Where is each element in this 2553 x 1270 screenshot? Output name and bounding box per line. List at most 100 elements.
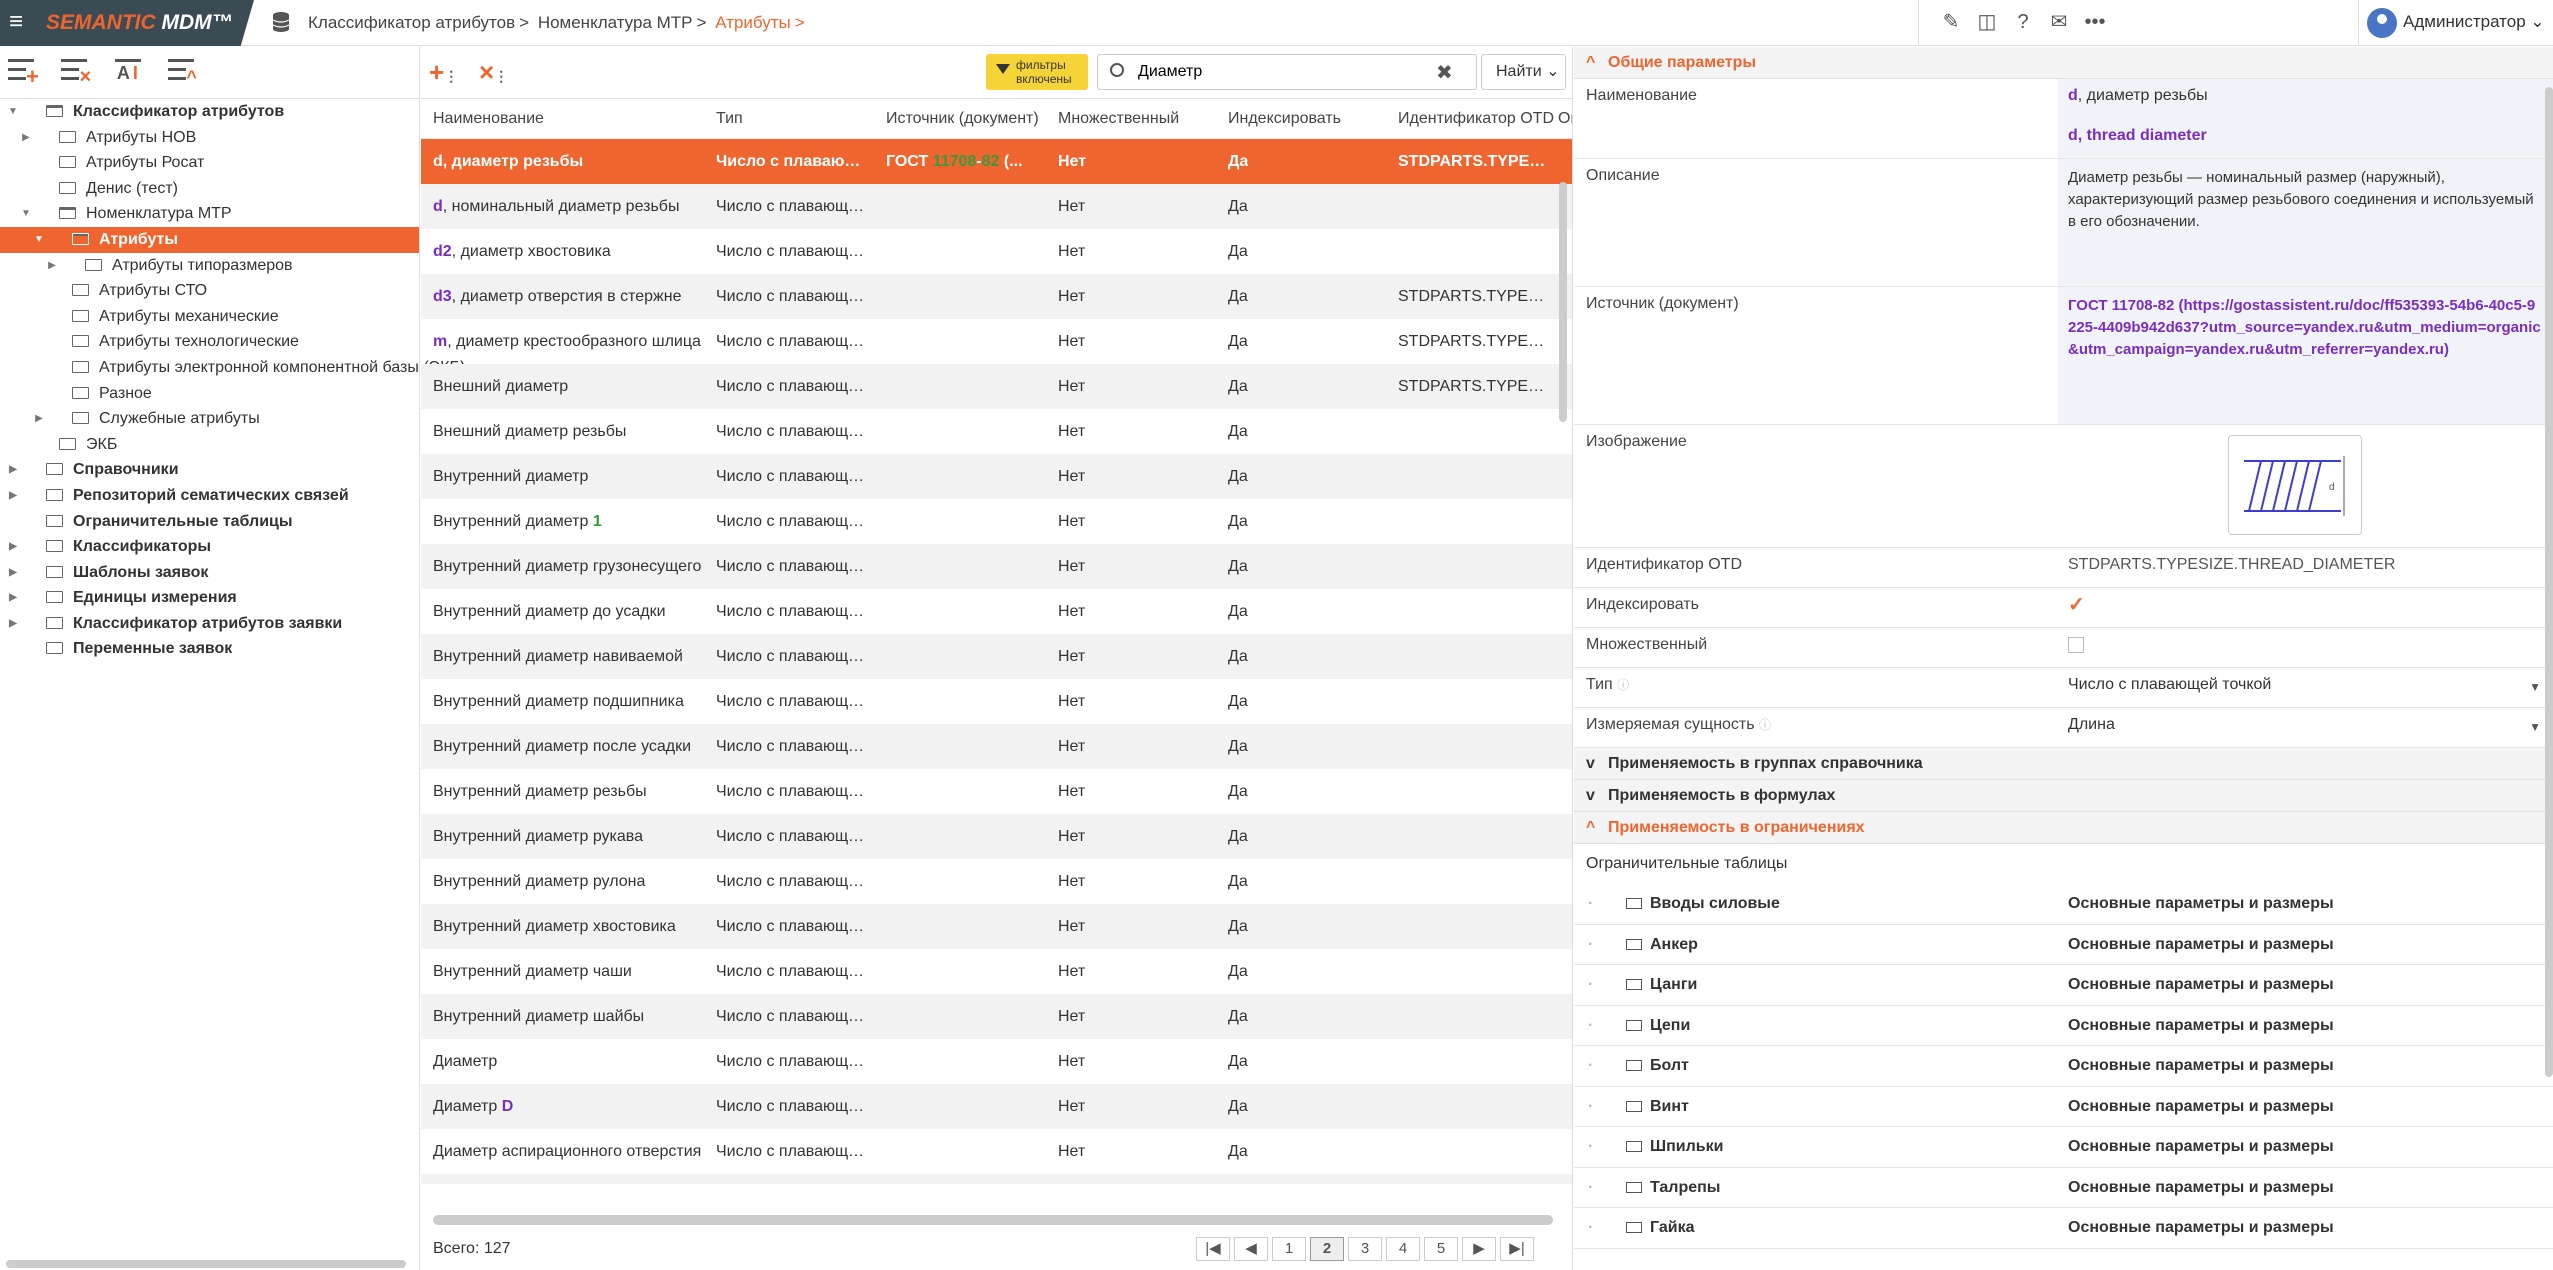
table-row[interactable]: Диаметр Число с плавающей точкой Нет Да xyxy=(421,1039,1572,1084)
table-row[interactable]: Внешний диаметр резьбы Число с плавающей … xyxy=(421,409,1572,454)
section-groups[interactable]: v Применяемость в группах справочника xyxy=(1574,748,2553,780)
first-page-icon[interactable]: |◀ xyxy=(1196,1237,1230,1261)
clear-icon[interactable]: ✖ xyxy=(1436,60,1453,85)
constraint-row[interactable]: · Цанги Основные параметры и размеры xyxy=(1574,965,2553,1006)
caret-right-icon[interactable]: ▶ xyxy=(6,585,20,611)
prev-page-icon[interactable]: ◀ xyxy=(1234,1237,1268,1261)
page-button[interactable]: 5 xyxy=(1424,1237,1458,1261)
tree-node[interactable]: ▶ Справочники xyxy=(0,457,419,483)
table-row[interactable]: Внутренний диаметр рулона Число с плавающ… xyxy=(421,859,1572,904)
table-row[interactable]: d, диаметр резьбы Число с плавающей точко… xyxy=(421,139,1572,184)
delete-node-icon[interactable]: × xyxy=(61,55,93,87)
column-header[interactable]: Оп xyxy=(1558,99,1572,138)
find-button[interactable]: Найти ⌄ xyxy=(1481,54,1566,90)
constraint-row[interactable]: · Гайка Основные параметры и размеры xyxy=(1574,1208,2553,1249)
table-row[interactable]: Внутренний диаметр после усадки Число с п… xyxy=(421,724,1572,769)
table-row[interactable]: Внешний диаметр Число с плавающей точкой Н… xyxy=(421,364,1572,409)
column-header[interactable]: Идентификатор OTD xyxy=(1398,99,1554,138)
tree-node[interactable]: ▶ Репозиторий сематических связей xyxy=(0,483,419,509)
caret-right-icon[interactable]: ▶ xyxy=(6,534,20,560)
tree-node[interactable]: Атрибуты Росат xyxy=(0,150,419,176)
table-row[interactable]: Внутренний диаметр 1 Число с плавающей то… xyxy=(421,499,1572,544)
tree-node[interactable]: ▶ Единицы измерения xyxy=(0,585,419,611)
rename-node-icon[interactable]: AI xyxy=(114,55,147,87)
tree-node[interactable]: ▶ Атрибуты типоразмеров xyxy=(0,253,419,279)
tree-node[interactable]: ЭКБ xyxy=(0,432,419,458)
multi-checkbox[interactable] xyxy=(2068,636,2084,653)
caret-down-icon[interactable]: ▼ xyxy=(19,201,33,227)
breadcrumb-item[interactable]: Номенклатура МТР xyxy=(538,13,693,32)
table-row[interactable]: Диаметр аспирационного отверстия Число с … xyxy=(421,1129,1572,1174)
caret-right-icon[interactable]: ▶ xyxy=(32,406,46,432)
entity-select[interactable]: Длина ▼ xyxy=(2058,708,2553,747)
tree-node[interactable]: Атрибуты технологические xyxy=(0,329,419,355)
column-header[interactable]: Наименование xyxy=(433,99,544,138)
column-header[interactable]: Множественный xyxy=(1058,99,1179,138)
page-button[interactable]: 3 xyxy=(1348,1237,1382,1261)
tree-node[interactable]: ▶ Классификатор атрибутов заявки xyxy=(0,611,419,637)
constraint-row[interactable]: · Шпильки Основные параметры и размеры xyxy=(1574,1127,2553,1168)
tree-node[interactable]: Атрибуты СТО xyxy=(0,278,419,304)
tree-node[interactable]: ▶ Классификаторы xyxy=(0,534,419,560)
vertical-scrollbar[interactable] xyxy=(2545,87,2553,1077)
tree-node[interactable]: Разное xyxy=(0,381,419,407)
table-row[interactable]: Диаметр D Число с плавающей точкой Нет Да xyxy=(421,1084,1572,1129)
section-formulas[interactable]: v Применяемость в формулах xyxy=(1574,780,2553,812)
table-row[interactable]: Внутренний диаметр чаши Число с плавающей… xyxy=(421,949,1572,994)
horizontal-scrollbar[interactable] xyxy=(433,1215,1553,1225)
page-button[interactable]: 4 xyxy=(1386,1237,1420,1261)
caret-right-icon[interactable]: ▶ xyxy=(6,483,20,509)
constraint-row[interactable]: · Вводы силовые Основные параметры и разме… xyxy=(1574,884,2553,925)
column-header[interactable]: Тип xyxy=(716,99,743,138)
type-select[interactable]: Число с плавающей точкой ▼ xyxy=(2058,668,2553,707)
filters-badge[interactable]: фильтры включены xyxy=(986,54,1088,90)
more-icon[interactable]: ••• xyxy=(2077,0,2113,44)
tree-node[interactable]: Атрибуты электронной компонентной базы (… xyxy=(0,355,465,381)
prop-description-value[interactable]: Диаметр резьбы — номинальный размер (нар… xyxy=(2058,159,2553,286)
tree-node[interactable]: ▼ Номенклатура МТР xyxy=(0,201,419,227)
caret-right-icon[interactable]: ▶ xyxy=(6,560,20,586)
table-row[interactable]: m, диаметр крестообразного шлица Число с … xyxy=(421,319,1572,364)
tree-node[interactable]: ▶ Служебные атрибуты xyxy=(0,406,419,432)
app-logo[interactable]: SEMANTIC MDM™ xyxy=(32,0,254,46)
table-row[interactable]: d2, диаметр хвостовика Число с плавающей … xyxy=(421,229,1572,274)
breadcrumb-item-current[interactable]: Атрибуты xyxy=(715,13,791,32)
table-row[interactable]: Внутренний диаметр рукава Число с плавающ… xyxy=(421,814,1572,859)
tree-node[interactable]: Атрибуты механические xyxy=(0,304,419,330)
table-row[interactable]: d3, диаметр отверстия в стержне Число с п… xyxy=(421,274,1572,319)
vertical-scrollbar[interactable] xyxy=(1559,182,1567,422)
table-row[interactable]: Внутренний диаметр Число с плавающей точк… xyxy=(421,454,1572,499)
caret-down-icon[interactable]: ▼ xyxy=(6,99,20,125)
collapse-tree-icon[interactable]: ^ xyxy=(168,55,200,87)
constraint-row[interactable]: · Талрепы Основные параметры и размеры xyxy=(1574,1168,2553,1208)
next-page-icon[interactable]: ▶ xyxy=(1462,1237,1496,1261)
horizontal-scrollbar[interactable] xyxy=(6,1260,406,1268)
last-page-icon[interactable]: ▶| xyxy=(1500,1237,1534,1261)
table-row[interactable]: Внутренний диаметр хвостовика Число с пла… xyxy=(421,904,1572,949)
caret-right-icon[interactable]: ▶ xyxy=(45,253,59,279)
constraint-row[interactable]: · Винт Основные параметры и размеры xyxy=(1574,1087,2553,1127)
pencil-icon[interactable]: ✎ xyxy=(1933,0,1969,44)
table-row[interactable]: Внутренний диаметр навиваемой Число с пла… xyxy=(421,634,1572,679)
tree-node[interactable]: ▼ Атрибуты xyxy=(0,226,419,253)
tree-node[interactable]: Денис (тест) xyxy=(0,176,419,202)
user-menu[interactable]: Администратор ⌄ xyxy=(2358,0,2545,46)
caret-right-icon[interactable]: ▶ xyxy=(19,125,33,151)
caret-right-icon[interactable]: ▶ xyxy=(6,457,20,483)
column-header[interactable]: Индексировать xyxy=(1228,99,1341,138)
thread-image[interactable]: d xyxy=(2228,435,2362,535)
index-checkbox[interactable]: ✓ xyxy=(2068,595,2085,615)
table-row[interactable]: Внутренний диаметр до усадки Число с плав… xyxy=(421,589,1572,634)
delete-row-icon[interactable]: ×⋮ xyxy=(479,57,508,88)
table-row[interactable]: Диаметр атмосферного отверстия Число с пл… xyxy=(421,1174,1572,1184)
help-icon[interactable]: ? xyxy=(2005,0,2041,44)
caret-down-icon[interactable]: ▼ xyxy=(32,227,46,253)
prop-otd-value[interactable]: STDPARTS.TYPESIZE.THREAD_DIAMETER xyxy=(2058,548,2553,587)
add-row-icon[interactable]: +⋮ xyxy=(429,57,458,88)
section-constraints[interactable]: ^ Применяемость в ограничениях xyxy=(1574,812,2553,844)
columns-icon[interactable]: ◫ xyxy=(1969,0,2005,44)
tree-node[interactable]: ▶ Атрибуты НОВ xyxy=(0,125,419,151)
breadcrumb-item[interactable]: Классификатор атрибутов xyxy=(308,13,515,32)
table-row[interactable]: Внутренний диаметр грузонесущего Число с … xyxy=(421,544,1572,589)
table-row[interactable]: d, номинальный диаметр резьбы Число с пла… xyxy=(421,184,1572,229)
